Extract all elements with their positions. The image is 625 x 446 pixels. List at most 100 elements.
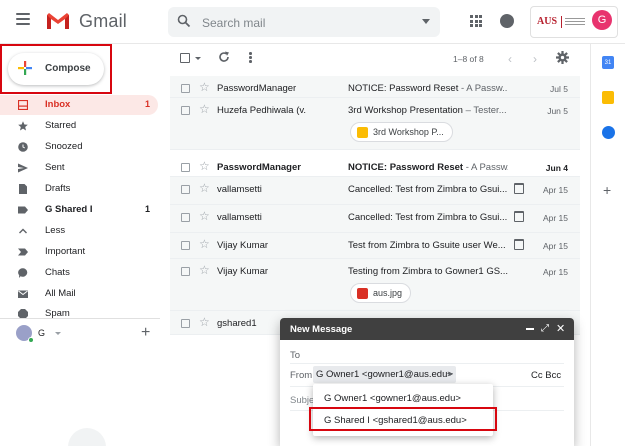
row-checkbox[interactable] — [181, 163, 190, 172]
star-toggle-icon[interactable]: ☆ — [199, 80, 210, 94]
hangouts-placeholder-icon — [68, 428, 106, 446]
org-logo-subtitle — [561, 16, 587, 28]
image-file-icon — [357, 288, 368, 299]
search-bar[interactable]: Search mail — [168, 7, 440, 37]
sidebar-item-chats[interactable]: Chats — [0, 263, 158, 283]
email-sender: PasswordManager — [217, 162, 301, 173]
row-checkbox[interactable] — [181, 106, 190, 115]
email-subject: NOTICE: Password Reset - A Passw... — [348, 162, 508, 173]
minimize-icon[interactable] — [526, 328, 534, 330]
sidebar-item-label: Sent — [45, 162, 65, 173]
star-toggle-icon[interactable]: ☆ — [199, 263, 210, 277]
sidebar-item-label: Drafts — [45, 183, 71, 194]
star-toggle-icon[interactable]: ☆ — [199, 237, 210, 251]
sidebar-item-g-shared[interactable]: G Shared I 1 — [0, 200, 158, 220]
more-options-icon[interactable] — [249, 52, 252, 64]
email-row[interactable]: ☆ PasswordManager NOTICE: Password Reset… — [170, 76, 580, 98]
chevron-up-icon — [19, 228, 27, 234]
from-selected-value: G Owner1 <gowner1@aus.edu> — [316, 369, 453, 380]
sidebar-item-all-mail[interactable]: All Mail — [0, 284, 158, 304]
compose-title-bar[interactable]: New Message ⤢ ✕ — [280, 318, 574, 340]
app-name: Gmail — [79, 11, 128, 31]
compose-title: New Message — [290, 324, 353, 335]
top-header: Gmail Search mail AUS G — [0, 0, 625, 44]
email-sender: PasswordManager — [217, 83, 297, 94]
row-checkbox[interactable] — [181, 267, 190, 276]
email-row[interactable]: ☆ PasswordManager NOTICE: Password Reset… — [170, 155, 580, 177]
keep-addon-icon[interactable] — [602, 91, 614, 104]
sidebar-divider — [0, 318, 160, 319]
new-conversation-plus-icon[interactable]: + — [141, 324, 150, 342]
sidebar-item-snoozed[interactable]: Snoozed — [0, 137, 158, 157]
row-checkbox[interactable] — [181, 84, 190, 93]
hangouts-status-caret-icon[interactable] — [55, 332, 61, 335]
sidebar-item-less[interactable]: Less — [0, 221, 158, 241]
star-toggle-icon[interactable]: ☆ — [199, 315, 210, 329]
email-sender: vallamsetti — [217, 184, 262, 195]
select-all-checkbox[interactable] — [180, 53, 190, 63]
to-field[interactable]: To — [290, 350, 300, 361]
expand-icon[interactable]: ⤢ — [541, 323, 549, 334]
sidebar-item-spam[interactable]: Spam — [0, 304, 158, 324]
email-sender: Vijay Kumar — [217, 266, 269, 277]
from-option[interactable]: G Owner1 <gowner1@aus.edu> — [313, 387, 493, 409]
org-logo-text: AUS — [537, 16, 558, 27]
attachment-chip[interactable]: aus.jpg — [350, 283, 412, 303]
settings-gear-icon[interactable] — [556, 51, 569, 64]
email-sender: vallamsetti — [217, 212, 262, 223]
email-sender: Vijay Kumar — [217, 240, 269, 251]
sidebar-item-label: Starred — [45, 120, 77, 131]
email-row[interactable]: ☆ vallamsetti Cancelled: Test from Zimbr… — [170, 205, 580, 233]
row-checkbox[interactable] — [181, 185, 190, 194]
search-icon[interactable] — [177, 14, 191, 28]
star-toggle-icon[interactable]: ☆ — [199, 209, 210, 223]
select-options-caret-icon[interactable] — [195, 57, 201, 60]
search-options-icon[interactable] — [422, 19, 430, 24]
cc-bcc-link[interactable]: Cc Bcc — [531, 370, 561, 381]
star-toggle-icon[interactable]: ☆ — [199, 102, 210, 116]
main-menu-icon[interactable] — [16, 13, 30, 25]
subject-field[interactable]: Subje — [290, 395, 314, 406]
sidebar-item-label: All Mail — [45, 288, 76, 299]
close-icon[interactable]: ✕ — [556, 322, 565, 335]
inbox-icon — [18, 100, 28, 110]
send-icon — [18, 163, 28, 173]
email-row[interactable]: ☆ Vijay Kumar Testing from Zimbra to Gow… — [170, 259, 580, 311]
hangouts-user-name[interactable]: G — [38, 328, 45, 338]
account-avatar[interactable]: G — [592, 10, 612, 30]
clock-icon — [18, 142, 28, 152]
sidebar-item-inbox[interactable]: Inbox 1 — [0, 95, 158, 115]
star-toggle-icon[interactable]: ☆ — [199, 181, 210, 195]
sidebar-item-label: Snoozed — [45, 141, 83, 152]
email-date: Apr 15 — [542, 241, 568, 251]
star-toggle-icon[interactable]: ☆ — [199, 159, 210, 173]
notifications-icon[interactable] — [500, 14, 514, 28]
older-page-icon[interactable]: › — [533, 52, 537, 66]
sidebar-item-starred[interactable]: Starred — [0, 116, 158, 136]
sidebar-item-sent[interactable]: Sent — [0, 158, 158, 178]
from-select[interactable]: G Owner1 <gowner1@aus.edu> — [313, 366, 456, 383]
email-subject: 3rd Workshop Presentation – Tester... — [348, 105, 507, 116]
search-input[interactable]: Search mail — [202, 16, 265, 30]
get-addons-plus-icon[interactable]: + — [603, 182, 611, 198]
refresh-icon[interactable] — [218, 51, 230, 63]
tasks-addon-icon[interactable] — [602, 126, 615, 139]
email-row[interactable]: ☆ Huzefa Pedhiwala (v. 3rd Workshop Pres… — [170, 98, 580, 150]
row-checkbox[interactable] — [181, 241, 190, 250]
email-row[interactable]: ☆ Vijay Kumar Test from Zimbra to Gsuite… — [170, 233, 580, 259]
row-checkbox[interactable] — [181, 213, 190, 222]
row-checkbox[interactable] — [181, 319, 190, 328]
google-apps-icon[interactable] — [470, 15, 482, 27]
important-icon — [18, 248, 28, 256]
email-date: Apr 15 — [542, 267, 568, 277]
shared-option-highlight-box — [309, 407, 497, 431]
attachment-name: aus.jpg — [373, 288, 403, 298]
email-row[interactable]: ☆ vallamsetti Cancelled: Test from Zimbr… — [170, 177, 580, 205]
newer-page-icon[interactable]: ‹ — [508, 52, 512, 66]
email-subject: Test from Zimbra to Gsuite user We... — [348, 240, 506, 251]
calendar-addon-icon[interactable]: 31 — [602, 56, 614, 69]
sidebar-item-drafts[interactable]: Drafts — [0, 179, 158, 199]
sidebar-item-important[interactable]: Important — [0, 242, 158, 262]
gmail-logo-icon[interactable] — [46, 11, 70, 31]
attachment-chip[interactable]: 3rd Workshop P... — [350, 122, 453, 142]
